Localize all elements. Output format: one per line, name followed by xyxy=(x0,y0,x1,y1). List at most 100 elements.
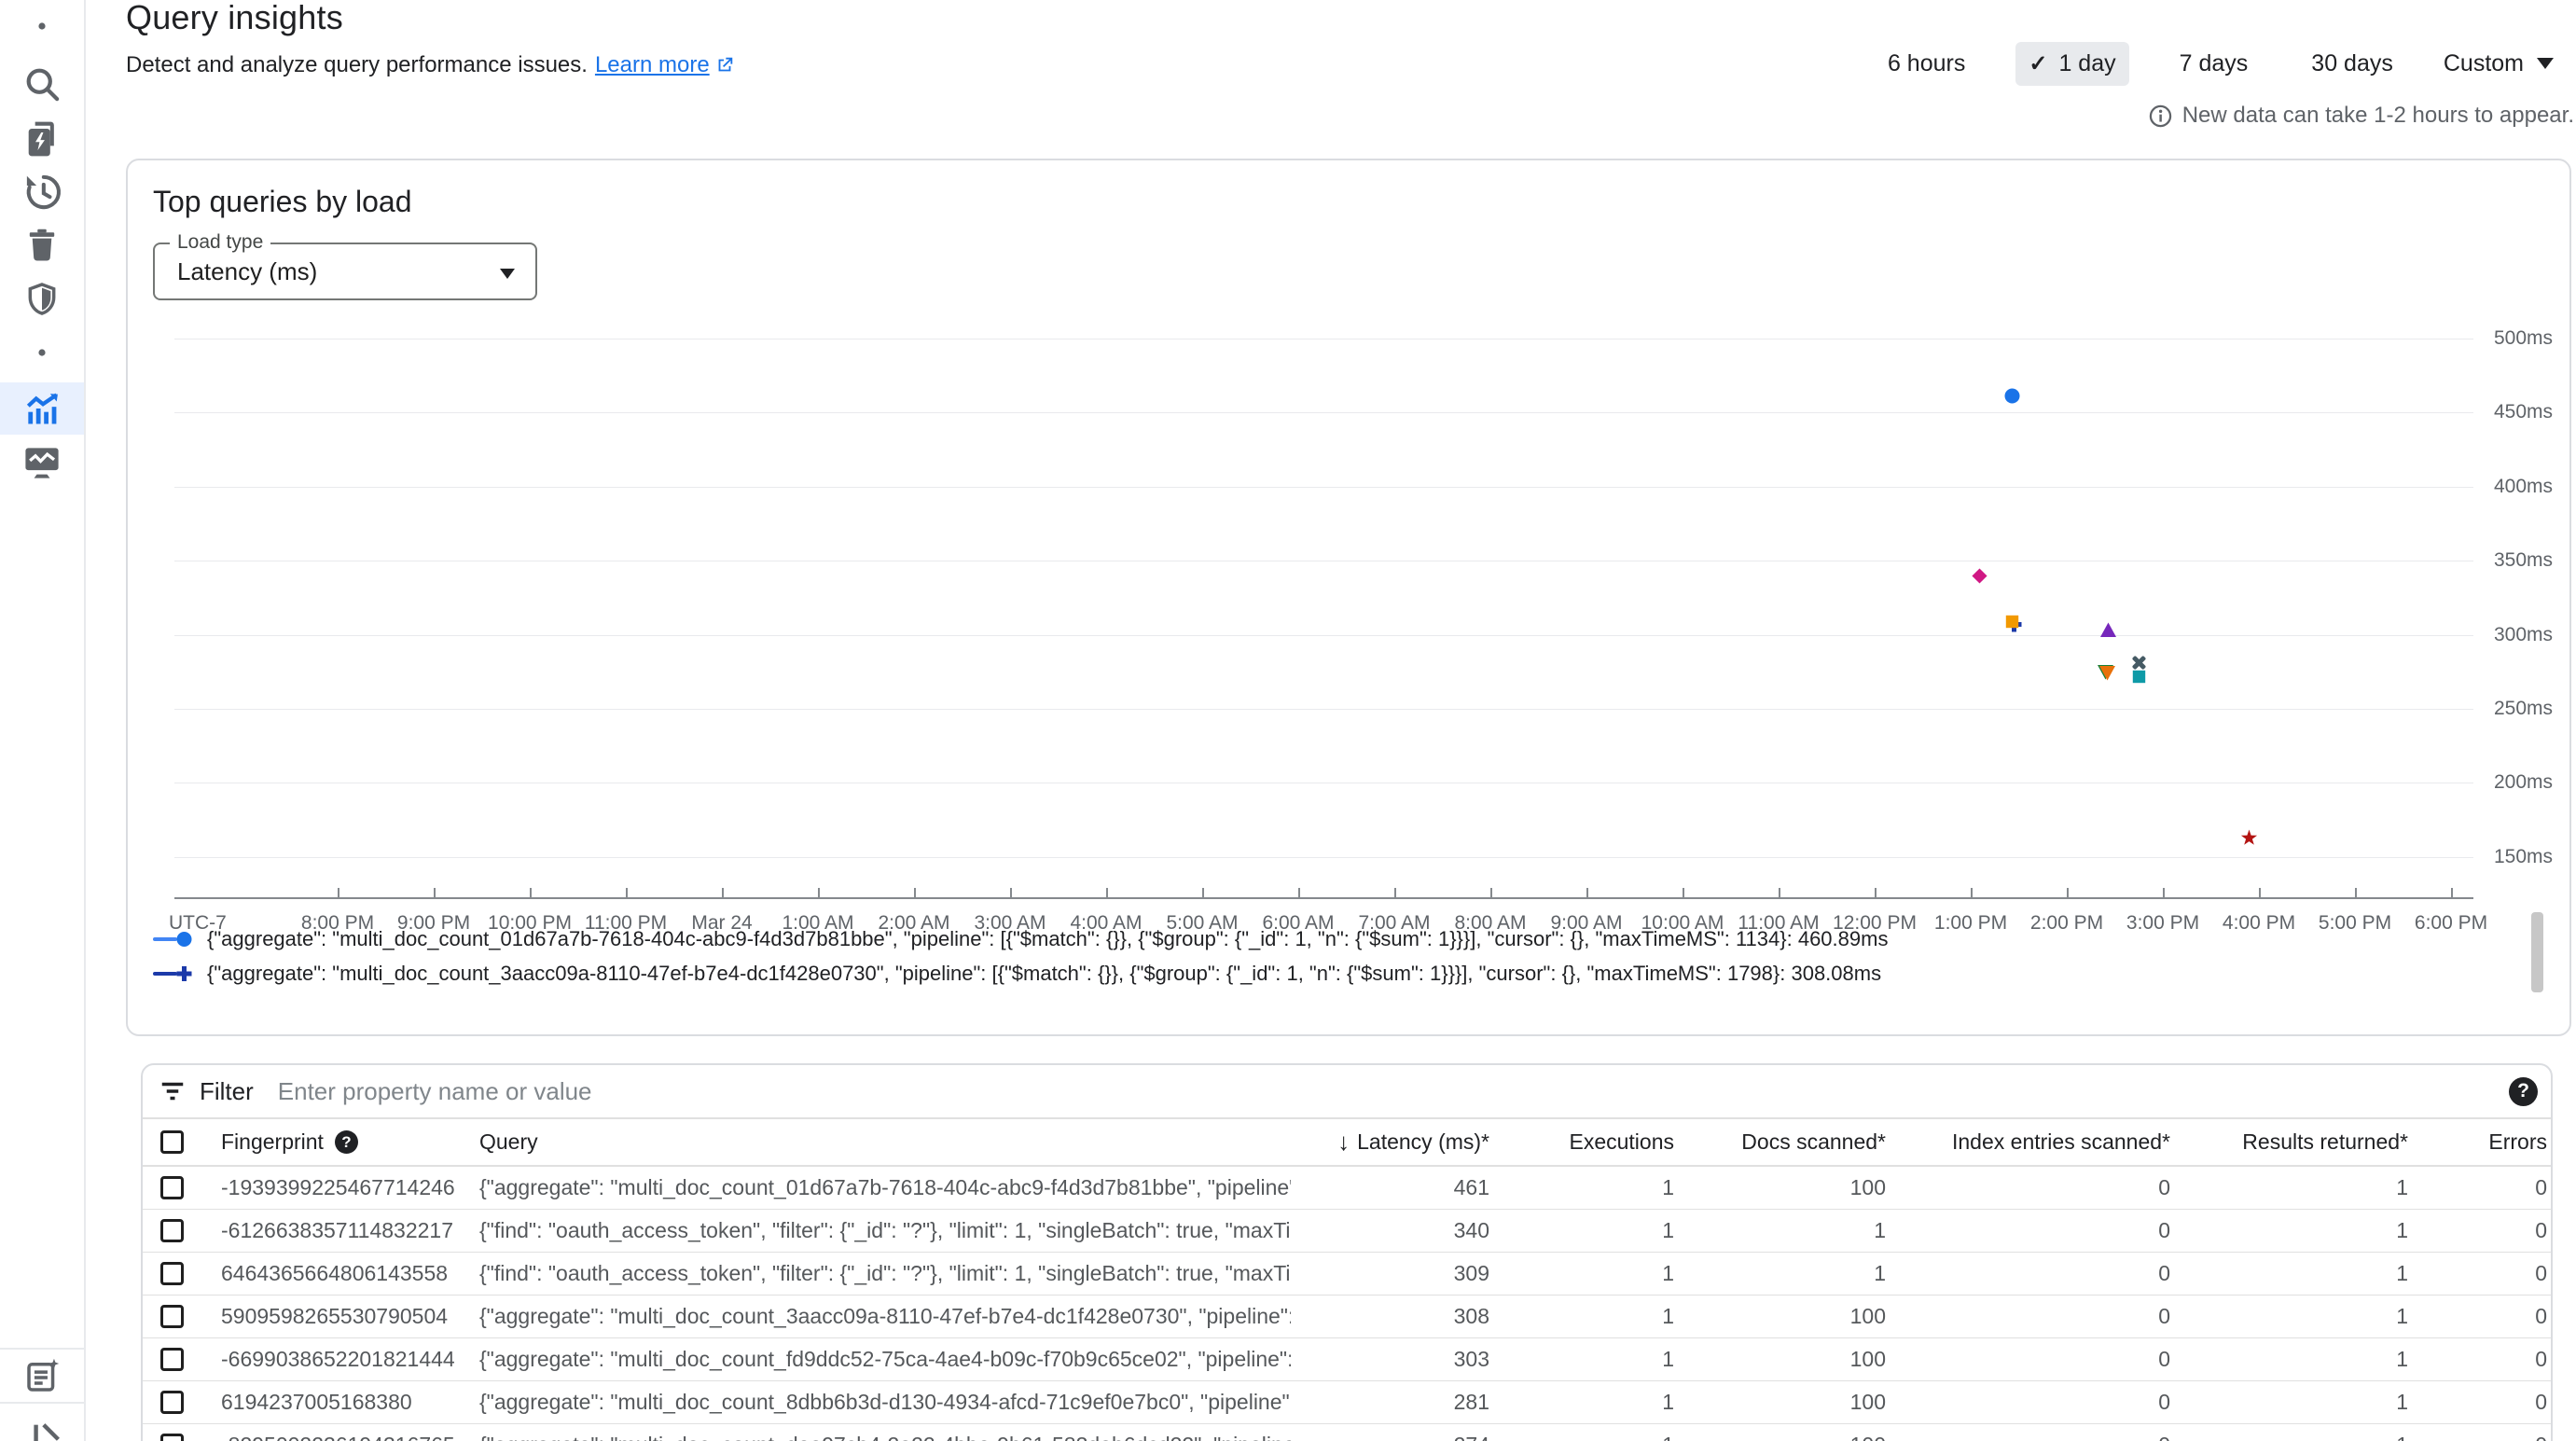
row-checkbox[interactable] xyxy=(160,1219,184,1242)
table-help-icon[interactable]: ? xyxy=(2509,1077,2538,1106)
col-docs-scanned[interactable]: Docs scanned* xyxy=(1682,1129,1893,1155)
x-axis-tick xyxy=(2067,888,2069,897)
errors-cell: 0 xyxy=(2416,1390,2553,1415)
scatter-point[interactable] xyxy=(2098,664,2116,682)
col-errors[interactable]: Errors xyxy=(2416,1129,2553,1155)
row-checkbox-cell xyxy=(143,1391,202,1414)
sidebar-divider xyxy=(0,1402,84,1404)
sidebar-item-search[interactable] xyxy=(0,58,84,110)
learn-more-link[interactable]: Learn more xyxy=(595,52,735,78)
sidebar-dot-mid[interactable] xyxy=(0,326,84,379)
row-checkbox[interactable] xyxy=(160,1391,184,1414)
query-cell: {"find": "oauth_access_token", "filter":… xyxy=(461,1261,1291,1286)
row-checkbox[interactable] xyxy=(160,1434,184,1441)
latency-ms-cell: 303 xyxy=(1291,1347,1497,1372)
col-index-entries-scanned[interactable]: Index entries scanned* xyxy=(1893,1129,2178,1155)
range-6-hours[interactable]: 6 hours xyxy=(1875,42,1978,86)
legend-item[interactable]: {"aggregate": "multi_doc_count_3aacc09a-… xyxy=(153,956,1888,991)
latency-ms-cell: 309 xyxy=(1291,1261,1497,1286)
sidebar-item-delete[interactable] xyxy=(0,219,84,271)
row-checkbox[interactable] xyxy=(160,1262,184,1285)
table-row[interactable]: 6464365664806143558{"find": "oauth_acces… xyxy=(143,1253,2551,1296)
range-custom[interactable]: Custom xyxy=(2444,50,2554,77)
row-checkbox[interactable] xyxy=(160,1305,184,1328)
load-type-value: Latency (ms) xyxy=(177,257,317,286)
legend-item[interactable]: {"aggregate": "multi_doc_count_01d67a7b-… xyxy=(153,921,1888,956)
page-subtitle: Detect and analyze query performance iss… xyxy=(126,52,735,78)
results-returned-cell: 1 xyxy=(2178,1218,2416,1243)
x-axis-label: 1:00 PM xyxy=(1934,912,2007,935)
table-row[interactable]: 5909598265530790504{"aggregate": "multi_… xyxy=(143,1296,2551,1338)
sidebar-item-query-editor[interactable] xyxy=(0,113,84,165)
x-axis-tick xyxy=(1394,888,1396,897)
x-axis-tick xyxy=(1875,888,1877,897)
sidebar-item-security[interactable] xyxy=(0,273,84,326)
sidebar-item-release-notes[interactable] xyxy=(0,1351,84,1403)
table-row[interactable]: -8295002236194316765{"aggregate": "multi… xyxy=(143,1424,2551,1441)
col-results-returned[interactable]: Results returned* xyxy=(2178,1129,2416,1155)
dot-icon xyxy=(35,346,48,359)
row-checkbox[interactable] xyxy=(160,1348,184,1371)
col-query[interactable]: Query xyxy=(461,1129,1291,1155)
x-axis-tick xyxy=(530,888,532,897)
x-axis-tick xyxy=(722,888,724,897)
sidebar-dot-top[interactable] xyxy=(0,0,84,52)
range-1-day[interactable]: ✓1 day xyxy=(2015,42,2128,86)
y-axis-label: 200ms xyxy=(2494,771,2553,794)
fingerprint-cell: -1939399225467714246 xyxy=(202,1175,461,1200)
x-axis-tick xyxy=(2355,888,2357,897)
fingerprint-cell: 5909598265530790504 xyxy=(202,1304,461,1329)
sidebar-item-system-insights[interactable] xyxy=(0,436,84,488)
results-returned-cell: 1 xyxy=(2178,1261,2416,1286)
x-axis-tick xyxy=(338,888,339,897)
docs-scanned-cell: 100 xyxy=(1682,1347,1893,1372)
index-entries-scanned-cell: 0 xyxy=(1893,1347,2178,1372)
x-axis-tick xyxy=(2259,888,2261,897)
gridline xyxy=(174,857,2473,858)
scatter-point[interactable] xyxy=(2240,829,2258,847)
latency-ms-cell: 274 xyxy=(1291,1433,1497,1441)
x-axis-tick xyxy=(1490,888,1492,897)
scatter-point[interactable] xyxy=(1971,567,1988,585)
legend-scrollbar-thumb[interactable] xyxy=(2531,912,2543,992)
col-executions[interactable]: Executions xyxy=(1497,1129,1682,1155)
executions-cell: 1 xyxy=(1497,1390,1682,1415)
data-freshness-note: New data can take 1-2 hours to appear. xyxy=(2148,103,2574,129)
table-row[interactable]: -1939399225467714246{"aggregate": "multi… xyxy=(143,1167,2551,1210)
sidebar-item-query-insights[interactable] xyxy=(0,382,84,435)
sidebar-item-history[interactable] xyxy=(0,166,84,218)
scatter-point[interactable] xyxy=(2099,621,2117,639)
executions-cell: 1 xyxy=(1497,1261,1682,1286)
check-icon: ✓ xyxy=(2029,50,2047,77)
col-latency[interactable]: ↓Latency (ms)* xyxy=(1291,1128,1497,1157)
sidebar-item-collapse-panel[interactable] xyxy=(0,1416,84,1441)
scatter-point[interactable] xyxy=(2003,613,2021,630)
filter-input[interactable] xyxy=(278,1077,2509,1106)
range-7-days[interactable]: 7 days xyxy=(2167,42,2262,86)
range-30-days[interactable]: 30 days xyxy=(2298,42,2406,86)
scatter-point[interactable] xyxy=(2130,668,2148,686)
fingerprint-help-icon[interactable]: ? xyxy=(335,1130,358,1154)
y-axis-label: 500ms xyxy=(2494,327,2553,350)
x-axis-label: 5:00 PM xyxy=(2319,912,2391,935)
legend-text: {"aggregate": "multi_doc_count_3aacc09a-… xyxy=(207,962,1881,986)
table-row[interactable]: -6699038652201821444{"aggregate": "multi… xyxy=(143,1338,2551,1381)
load-type-select[interactable]: Load type Latency (ms) xyxy=(153,242,537,300)
y-axis-label: 450ms xyxy=(2494,401,2553,423)
fingerprint-cell: -8295002236194316765 xyxy=(202,1433,461,1441)
executions-cell: 1 xyxy=(1497,1433,1682,1441)
results-returned-cell: 1 xyxy=(2178,1347,2416,1372)
query-cell: {"aggregate": "multi_doc_count_3aacc09a-… xyxy=(461,1304,1291,1329)
gridline xyxy=(174,412,2473,413)
row-checkbox-cell xyxy=(143,1305,202,1328)
col-fingerprint[interactable]: Fingerprint? xyxy=(202,1129,461,1155)
fingerprint-cell: 6464365664806143558 xyxy=(202,1261,461,1286)
fingerprint-cell: 6194237005168380 xyxy=(202,1390,461,1415)
table-row[interactable]: 6194237005168380{"aggregate": "multi_doc… xyxy=(143,1381,2551,1424)
row-checkbox[interactable] xyxy=(160,1176,184,1199)
table-row[interactable]: -6126638357114832217{"find": "oauth_acce… xyxy=(143,1210,2551,1253)
y-axis-label: 350ms xyxy=(2494,549,2553,572)
x-axis-tick xyxy=(1298,888,1300,897)
scatter-point[interactable] xyxy=(2003,387,2021,405)
select-all-checkbox[interactable] xyxy=(160,1130,184,1154)
